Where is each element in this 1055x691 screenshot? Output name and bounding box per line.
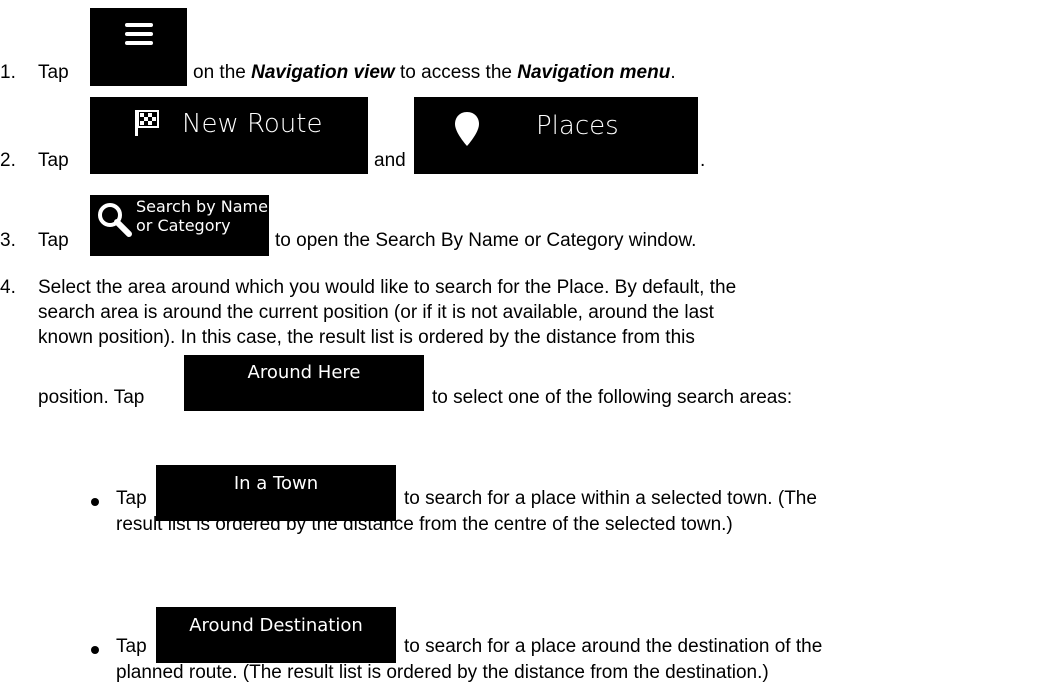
step-2-period: .	[700, 150, 706, 171]
bullet-dot	[91, 646, 99, 654]
search-by-name-label: Search by Name or Category	[136, 197, 268, 235]
step-2-and: and	[374, 150, 406, 171]
step-4-position-tap: position. Tap	[38, 387, 145, 408]
step-4-line-3: known position). In this case, the resul…	[38, 327, 695, 348]
in-a-town-button[interactable]: In a Town	[156, 465, 396, 521]
places-label: Places	[536, 111, 619, 141]
step-3-text: to open the Search By Name or Category w…	[275, 230, 697, 251]
bullet-1-tap: Tap	[116, 488, 147, 509]
instruction-page: 1. Tap on the Navigation view to access …	[0, 0, 1055, 691]
menu-button[interactable]	[90, 8, 187, 86]
step-1-number: 1.	[0, 62, 16, 83]
step-4-number: 4.	[0, 277, 16, 298]
around-here-label: Around Here	[247, 362, 361, 383]
step-4-line-2: search area is around the current positi…	[38, 302, 714, 323]
navigation-menu-term: Navigation menu	[517, 62, 671, 83]
step-1-text: on the Navigation view to access the Nav…	[193, 62, 676, 83]
bullet-1-line-2: result list is ordered by the distance f…	[116, 514, 733, 535]
step-3-number: 3.	[0, 230, 16, 251]
around-here-button[interactable]: Around Here	[184, 355, 424, 411]
search-by-name-button[interactable]: Search by Name or Category	[90, 195, 269, 256]
step-1-tap: Tap	[38, 62, 69, 83]
navigation-view-term: Navigation view	[251, 62, 395, 83]
step-3-tap: Tap	[38, 230, 69, 251]
magnifier-icon	[98, 203, 132, 237]
in-a-town-label: In a Town	[233, 473, 319, 494]
bullet-dot	[91, 498, 99, 506]
checkered-flag-icon	[135, 110, 159, 136]
location-pin-icon	[455, 112, 479, 146]
new-route-button[interactable]: New Route	[90, 97, 368, 174]
bullet-2-text: to search for a place around the destina…	[404, 636, 823, 657]
places-button[interactable]: Places	[414, 97, 698, 174]
step-4-line-1: Select the area around which you would l…	[38, 277, 737, 298]
bullet-2-tap: Tap	[116, 636, 147, 657]
bullet-2-line-2: planned route. (The result list is order…	[116, 662, 769, 683]
bullet-1-text: to search for a place within a selected …	[404, 488, 817, 509]
new-route-label: New Route	[182, 109, 323, 139]
step-2-tap: Tap	[38, 150, 69, 171]
hamburger-menu-icon	[124, 23, 153, 45]
step-2-number: 2.	[0, 150, 16, 171]
around-destination-button[interactable]: Around Destination	[156, 607, 396, 663]
step-4-tail: to select one of the following search ar…	[432, 387, 793, 408]
around-destination-label: Around Destination	[189, 615, 363, 636]
